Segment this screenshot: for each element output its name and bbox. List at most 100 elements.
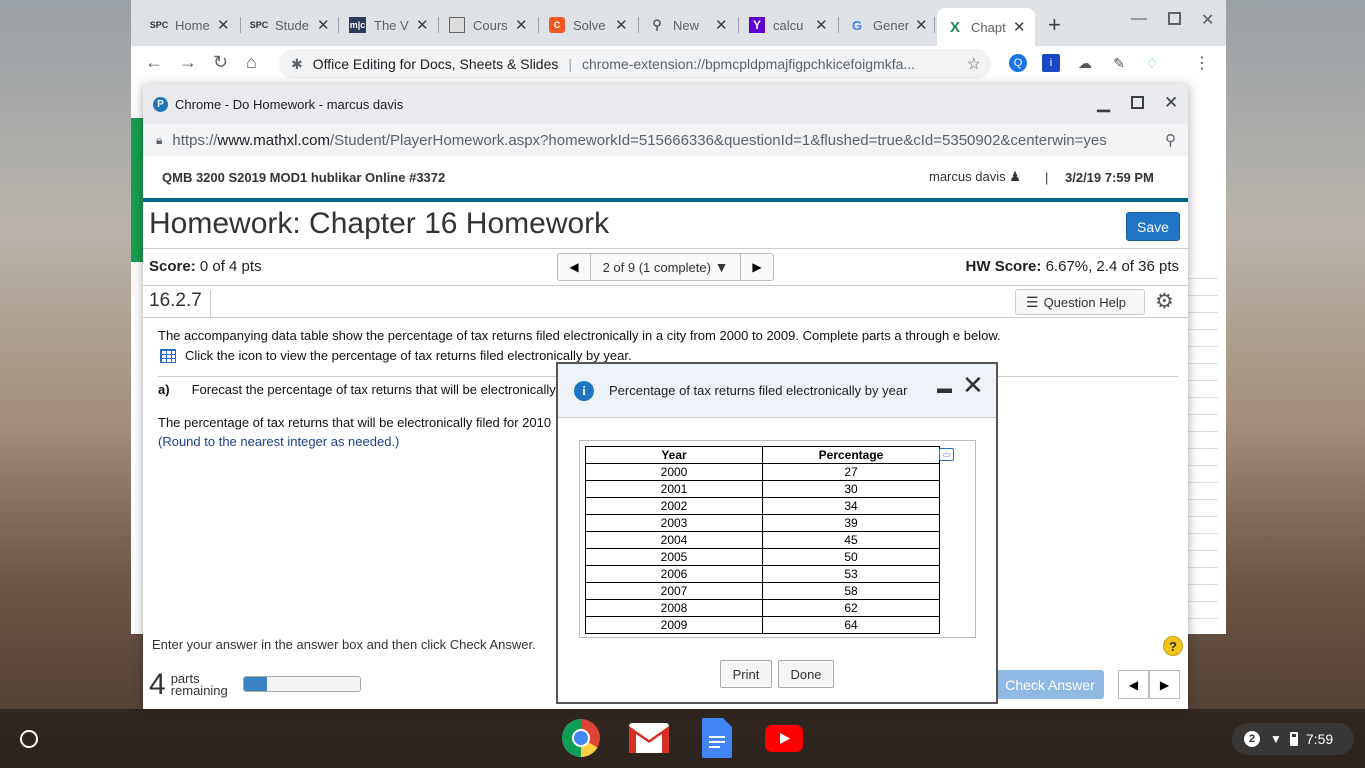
prev-question-button[interactable]: ◀ — [558, 254, 591, 280]
tab-2[interactable]: m|c The V ✕ — [339, 8, 439, 42]
close-icon[interactable]: ✕ — [615, 16, 628, 34]
search-icon: ⚲ — [652, 17, 662, 32]
cloud-icon[interactable]: ☁ — [1076, 54, 1094, 72]
minimize-icon[interactable]: ▬ — [937, 380, 952, 397]
home-icon[interactable]: ⌂ — [246, 52, 257, 73]
chrome-icon[interactable] — [561, 718, 601, 758]
zoom-icon[interactable]: ⚲ — [1165, 131, 1176, 149]
percentage-cell: 50 — [762, 548, 940, 566]
user-name[interactable]: marcus davis ♟ — [929, 169, 1021, 185]
parts-remaining: 4 parts remaining — [149, 668, 228, 702]
help-icon[interactable]: ? — [1163, 636, 1183, 656]
year-cell: 2001 — [585, 480, 763, 498]
prev-part-button[interactable]: ◀ — [1118, 670, 1149, 699]
table-row: 2007 58 — [585, 582, 940, 600]
score-value: 0 of 4 pts — [199, 258, 262, 275]
maximize-icon[interactable] — [1168, 12, 1181, 25]
battery-icon — [1289, 732, 1298, 746]
question-select[interactable]: 2 of 9 (1 complete) ▼ — [591, 254, 740, 280]
tab-label: New — [673, 17, 700, 33]
info-extension-icon[interactable]: i — [1042, 54, 1060, 72]
close-icon[interactable]: ✕ — [217, 16, 230, 34]
close-icon[interactable]: ✕ — [715, 16, 728, 34]
gmail-icon[interactable] — [629, 718, 669, 758]
forward-icon[interactable]: → — [179, 52, 197, 73]
date-time: 3/2/19 7:59 PM — [1065, 169, 1154, 185]
question-text: The accompanying data table show the per… — [158, 328, 1001, 343]
maximize-icon[interactable] — [1131, 96, 1144, 109]
year-cell: 2009 — [585, 616, 763, 634]
part-label: a) — [158, 382, 170, 397]
url-domain: www.mathxl.com — [217, 131, 330, 149]
os-shelf: 2 ▼ 7:59 — [0, 709, 1365, 768]
notes-icon[interactable]: ✎ — [1110, 54, 1128, 72]
tab-label: The V — [374, 17, 409, 33]
new-tab-icon[interactable]: + — [1048, 12, 1061, 38]
print-button[interactable]: Print — [720, 660, 772, 688]
omnibox[interactable]: ✱ Office Editing for Docs, Sheets & Slid… — [279, 49, 991, 79]
year-cell: 2003 — [585, 514, 763, 532]
close-icon[interactable]: ✕ — [1164, 93, 1178, 113]
score-bar: Score: 0 of 4 pts ◀ 2 of 9 (1 complete) … — [143, 248, 1188, 286]
table-row: 2003 39 — [585, 514, 940, 532]
launcher-icon[interactable] — [20, 730, 38, 748]
popup-address-bar[interactable]: 🔒︎ https:// www.mathxl.com /Student/Play… — [143, 124, 1188, 156]
tab-5[interactable]: ⚲ New ✕ — [639, 8, 739, 42]
tab-label: Stude — [275, 17, 309, 33]
tab-0[interactable]: SPC Home ✕ — [141, 8, 241, 42]
tab-7[interactable]: G Gener ✕ — [839, 8, 935, 42]
tab-1[interactable]: SPC Stude ✕ — [241, 8, 339, 42]
next-question-button[interactable]: ▶ — [740, 254, 773, 280]
spc-favicon: SPC — [249, 20, 269, 30]
table-row: 2009 64 — [585, 616, 940, 634]
omnibox-url: chrome-extension://bpmcpldpmajfigpchkice… — [582, 56, 916, 72]
minimize-icon[interactable]: ▁ — [1097, 93, 1110, 113]
question-help-button[interactable]: ☰ Question Help — [1015, 289, 1145, 315]
docs-icon[interactable] — [697, 718, 737, 758]
table-header-row: Year Percentage — [585, 446, 940, 464]
next-part-button[interactable]: ▶ — [1149, 670, 1180, 699]
omnibox-divider: | — [568, 56, 573, 72]
question-row: 16.2.7 ☰ Question Help ⚙ — [143, 286, 1188, 318]
close-window-icon[interactable]: ✕ — [1201, 10, 1214, 30]
star-icon[interactable]: ☆ — [967, 54, 981, 74]
excel-favicon: X — [949, 18, 960, 36]
expand-icon[interactable]: ▭ — [939, 448, 954, 461]
tab-3[interactable]: Cours ✕ — [439, 8, 539, 42]
minimize-icon[interactable]: — — [1131, 10, 1147, 28]
bulb-icon[interactable]: ♢ — [1143, 54, 1161, 72]
done-button[interactable]: Done — [778, 660, 834, 688]
percentage-cell: 30 — [762, 480, 940, 498]
popup-title: Chrome - Do Homework - marcus davis — [175, 96, 404, 112]
save-button[interactable]: Save — [1126, 212, 1180, 241]
status-tray[interactable]: 2 ▼ 7:59 — [1232, 723, 1354, 755]
search-extension-icon[interactable]: Q — [1009, 54, 1027, 72]
menu-icon[interactable]: ⋮ — [1193, 54, 1211, 72]
year-cell: 2006 — [585, 565, 763, 583]
close-icon[interactable]: ✕ — [515, 16, 528, 34]
data-table-link[interactable]: Click the icon to view the percentage of… — [160, 348, 632, 363]
tab-4[interactable]: C Solve ✕ — [539, 8, 639, 42]
tab-label: calcu — [773, 17, 804, 33]
table-row: 2001 30 — [585, 480, 940, 498]
close-icon[interactable]: ✕ — [915, 16, 928, 34]
close-icon[interactable]: ✕ — [317, 16, 330, 34]
table-row: 2008 62 — [585, 599, 940, 617]
youtube-icon[interactable] — [764, 718, 804, 758]
tab-6[interactable]: Y calcu ✕ — [739, 8, 839, 42]
table-frame: Year Percentage 2000 27 2001 30 2002 34 200… — [579, 440, 976, 638]
close-icon[interactable]: ✕ — [815, 16, 828, 34]
year-cell: 2008 — [585, 599, 763, 617]
close-icon[interactable]: ✕ — [1013, 18, 1026, 36]
check-answer-button[interactable]: Check Answer — [996, 670, 1104, 699]
tab-8-active[interactable]: X Chapt ✕ — [937, 8, 1035, 46]
close-icon[interactable]: ✕ — [962, 370, 984, 401]
back-icon[interactable]: ← — [145, 52, 163, 73]
table-icon[interactable] — [160, 348, 176, 363]
table-row: 2002 34 — [585, 497, 940, 515]
reload-icon[interactable]: ↻ — [213, 52, 228, 73]
close-icon[interactable]: ✕ — [416, 16, 429, 34]
gear-icon[interactable]: ⚙ — [1155, 289, 1174, 314]
background-accent — [131, 118, 143, 262]
year-cell: 2002 — [585, 497, 763, 515]
